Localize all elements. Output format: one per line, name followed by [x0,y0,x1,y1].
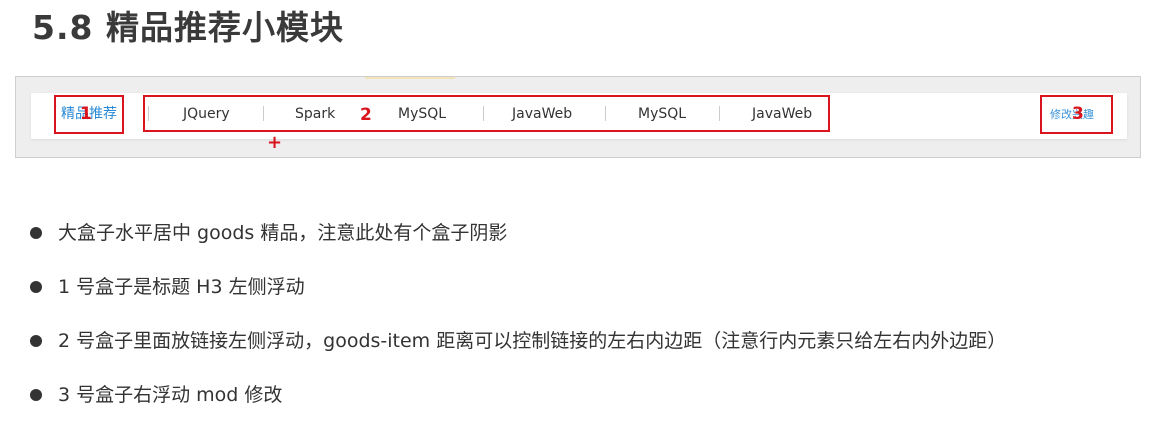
bullet-dot-icon [30,389,42,401]
annotation-number-2: 2 [360,105,372,125]
bullet-dot-icon [30,281,42,293]
bullet-dot-icon [30,227,42,239]
annotation-box-2 [143,95,830,132]
bullet-text: 1 号盒子是标题 H3 左侧浮动 [58,276,305,298]
annotation-number-3: 3 [1072,104,1084,124]
annotation-number-1: 1 [80,104,92,124]
bullet-text: 3 号盒子右浮动 mod 修改 [58,384,283,406]
cursor-plus-icon: + [267,132,283,153]
bullet-text: 大盒子水平居中 goods 精品，注意此处有个盒子阴影 [58,222,508,244]
bullet-text: 2 号盒子里面放链接左侧浮动，goods-item 距离可以控制链接的左右内边距… [58,330,1007,352]
top-highlight-line [365,77,455,79]
page-title: 5.8 精品推荐小模块 [32,8,344,47]
bullet-dot-icon [30,335,42,347]
